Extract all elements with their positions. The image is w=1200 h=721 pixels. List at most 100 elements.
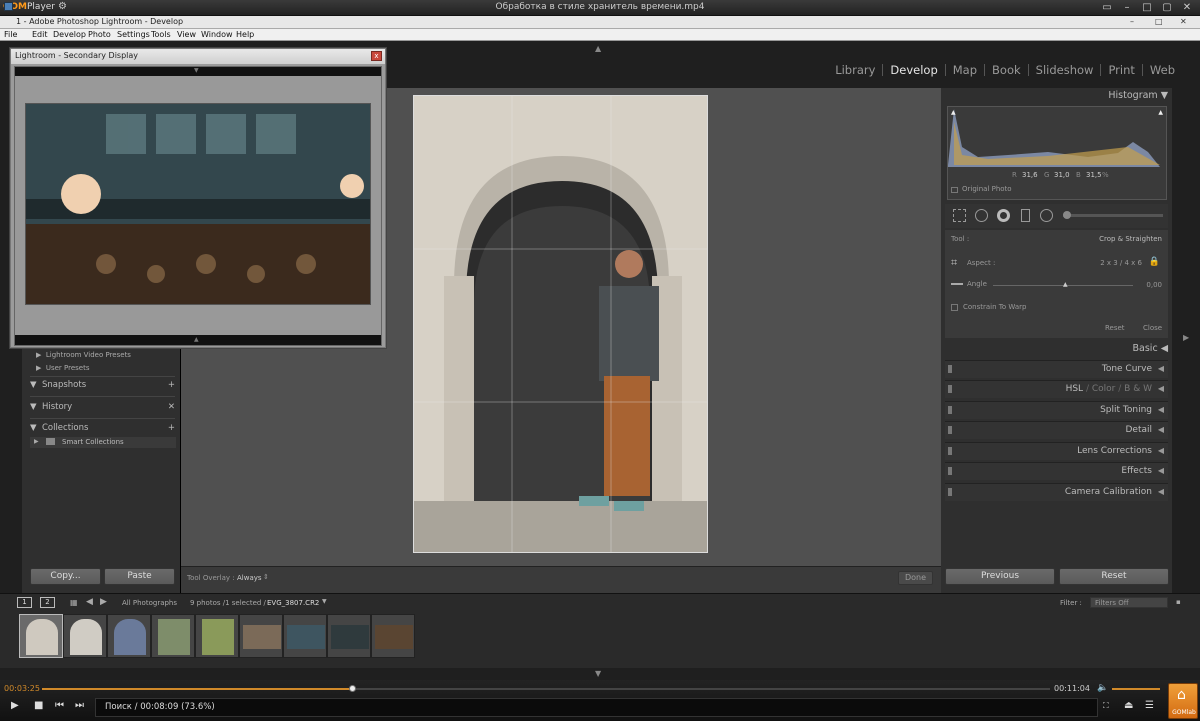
histogram-header[interactable]: Histogram ▼	[1108, 90, 1168, 101]
crop-frame-icon[interactable]: ⌗	[951, 256, 957, 270]
panel-switch[interactable]	[948, 426, 952, 434]
split-toning-section[interactable]: Split Toning ◀	[945, 401, 1168, 419]
chevron-down-icon[interactable]: ▼	[322, 598, 327, 605]
panel-switch[interactable]	[948, 365, 952, 373]
paste-button[interactable]: Paste	[104, 568, 175, 585]
crop-close-button[interactable]: Close	[1143, 324, 1162, 332]
filter-select[interactable]: Filters Off	[1090, 597, 1168, 608]
restore-icon[interactable]: □	[1140, 2, 1154, 13]
filmstrip-thumb[interactable]	[107, 614, 151, 658]
lock-icon[interactable]: 🔒	[1149, 257, 1160, 267]
preset-folder[interactable]: ▶ User Presets	[36, 364, 90, 372]
minimize-icon[interactable]: –	[1120, 2, 1134, 13]
menu-tools[interactable]: Tools	[151, 30, 171, 39]
filmstrip-thumb[interactable]	[327, 614, 371, 658]
chevron-down-icon[interactable]: ⇕	[263, 573, 269, 581]
camera-calibration-section[interactable]: Camera Calibration ◀	[945, 483, 1168, 501]
angle-slider-knob[interactable]: ▲	[1063, 281, 1068, 288]
menu-photo[interactable]: Photo	[88, 30, 111, 39]
menu-edit[interactable]: Edit	[32, 30, 48, 39]
filmstrip-thumb[interactable]	[195, 614, 239, 658]
pin-icon[interactable]: ▭	[1100, 2, 1114, 13]
screen-1-button[interactable]: 1	[17, 597, 32, 608]
filmstrip-thumb[interactable]	[63, 614, 107, 658]
screen-ratio-icon[interactable]: ⛶	[1103, 701, 1109, 711]
play-icon[interactable]: ▶	[11, 700, 19, 711]
secondary-bottom-bar[interactable]: ▲	[15, 335, 381, 345]
menu-help[interactable]: Help	[236, 30, 254, 39]
lr-close-icon[interactable]: ✕	[1180, 17, 1187, 26]
shadow-clip-icon[interactable]: ▲	[951, 109, 956, 116]
crop-reset-button[interactable]: Reset	[1105, 324, 1125, 332]
panel-switch[interactable]	[948, 447, 952, 455]
eject-icon[interactable]: ⏏	[1124, 700, 1133, 711]
menu-icon[interactable]: ☰	[1145, 700, 1154, 711]
copy-button[interactable]: Copy...	[30, 568, 101, 585]
secondary-display-window[interactable]: Lightroom - Secondary Display x ▼ ▲	[10, 48, 386, 348]
photo-crop[interactable]	[413, 95, 708, 553]
maximize-icon[interactable]: ▢	[1160, 2, 1174, 13]
stop-icon[interactable]: ■	[34, 700, 43, 711]
module-slideshow[interactable]: Slideshow	[1027, 64, 1101, 76]
filmstrip-thumb[interactable]	[151, 614, 195, 658]
expand-icon[interactable]: ▶	[34, 438, 39, 445]
panel-switch[interactable]	[948, 467, 952, 475]
history-header[interactable]: ▼ History ✕	[30, 402, 175, 412]
previous-button[interactable]: Previous	[945, 568, 1055, 585]
smart-collections-item[interactable]: ▶ Smart Collections	[30, 437, 176, 448]
highlight-clip-icon[interactable]: ▲	[1158, 109, 1163, 116]
aspect-select[interactable]: 2 x 3 / 4 x 6	[1100, 259, 1142, 267]
preset-folder[interactable]: ▶ Lightroom Video Presets	[36, 351, 131, 359]
spot-removal-icon[interactable]	[975, 209, 988, 222]
basic-header[interactable]: Basic ◀	[1133, 343, 1168, 354]
collapse-bottom-icon[interactable]: ▼	[595, 669, 601, 678]
source-label[interactable]: All Photographs	[122, 599, 177, 607]
tone-curve-section[interactable]: Tone Curve ◀	[945, 360, 1168, 378]
module-library[interactable]: Library	[828, 64, 882, 76]
effects-section[interactable]: Effects ◀	[945, 462, 1168, 480]
secondary-top-bar[interactable]: ▼	[15, 67, 381, 76]
filmstrip-thumb[interactable]	[19, 614, 63, 658]
snapshots-header[interactable]: ▼ Snapshots +	[30, 380, 175, 390]
add-snapshot-icon[interactable]: +	[168, 380, 175, 390]
module-develop[interactable]: Develop	[882, 64, 944, 76]
panel-switch[interactable]	[948, 488, 952, 496]
straighten-icon[interactable]	[951, 283, 963, 285]
panel-switch[interactable]	[948, 406, 952, 414]
add-collection-icon[interactable]: +	[168, 423, 175, 433]
filmstrip-thumb[interactable]	[371, 614, 415, 658]
previous-icon[interactable]: ⏮	[55, 700, 64, 711]
module-web[interactable]: Web	[1141, 64, 1182, 76]
gomlab-button[interactable]: ⌂ GOMlab	[1168, 683, 1198, 719]
original-photo-checkbox[interactable]	[951, 187, 958, 193]
close-icon[interactable]: x	[371, 51, 382, 61]
graduated-filter-icon[interactable]	[1021, 209, 1030, 222]
constrain-checkbox[interactable]	[951, 304, 958, 311]
red-eye-icon[interactable]	[997, 209, 1010, 222]
forward-arrow-icon[interactable]: ▶	[100, 597, 107, 607]
filmstrip-thumb[interactable]	[239, 614, 283, 658]
menu-file[interactable]: File	[4, 30, 17, 39]
tool-overlay-select[interactable]: Always	[237, 574, 262, 582]
module-book[interactable]: Book	[984, 64, 1028, 76]
menu-window[interactable]: Window	[201, 30, 233, 39]
collapse-bottom-icon[interactable]: ▲	[194, 336, 199, 343]
lens-corrections-section[interactable]: Lens Corrections ◀	[945, 442, 1168, 460]
reset-button[interactable]: Reset	[1059, 568, 1169, 585]
radial-filter-icon[interactable]	[1040, 209, 1053, 222]
module-print[interactable]: Print	[1100, 64, 1141, 76]
lock-icon[interactable]: ▪	[1176, 598, 1181, 606]
crop-tool-icon[interactable]	[953, 209, 966, 222]
collections-header[interactable]: ▼ Collections +	[30, 423, 175, 433]
close-icon[interactable]: ✕	[1180, 2, 1194, 13]
brush-slider-knob[interactable]	[1063, 211, 1071, 219]
module-map[interactable]: Map	[944, 64, 984, 76]
collapse-top-icon[interactable]: ▲	[595, 44, 601, 53]
hsl-section[interactable]: HSL / Color / B & W ◀	[945, 380, 1168, 398]
clear-history-icon[interactable]: ✕	[168, 402, 175, 412]
gear-icon[interactable]: ⚙	[58, 1, 67, 12]
panel-switch[interactable]	[948, 385, 952, 393]
lr-minimize-icon[interactable]: –	[1130, 17, 1134, 26]
screen-2-button[interactable]: 2	[40, 597, 55, 608]
lr-maximize-icon[interactable]: □	[1155, 17, 1163, 26]
